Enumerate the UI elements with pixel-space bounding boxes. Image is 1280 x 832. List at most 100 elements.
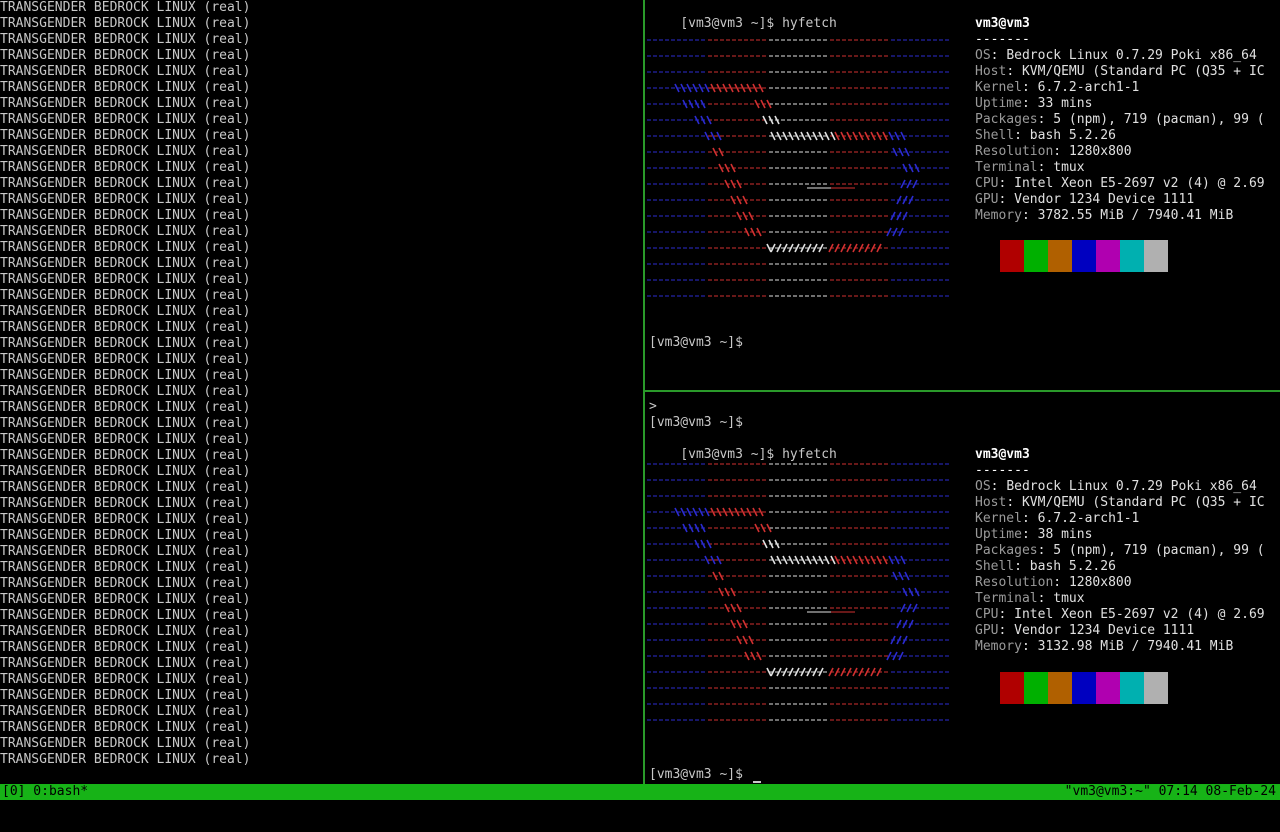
fetch-info-value: 6.7.2-arch1-1: [1037, 511, 1140, 526]
output-line: TRANSGENDER BEDROCK LINUX (real): [0, 704, 251, 719]
bottom-right-terminal-pane[interactable]: > [vm3@vm3 ~]$ [vm3@vm3 ~]$ hyfetch vm3@…: [645, 392, 1280, 784]
output-line: TRANSGENDER BEDROCK LINUX (real): [0, 688, 251, 703]
output-line: TRANSGENDER BEDROCK LINUX (real): [0, 752, 251, 767]
color-swatch: [1144, 672, 1168, 704]
text-cursor: [753, 781, 761, 783]
fetch-info-value: Vendor 1234 Device 1111: [1014, 192, 1195, 207]
output-line: TRANSGENDER BEDROCK LINUX (real): [0, 64, 251, 79]
shell-prompt-idle: [vm3@vm3 ~]$: [649, 335, 743, 350]
output-line: TRANSGENDER BEDROCK LINUX (real): [0, 128, 251, 143]
color-swatch: [1144, 240, 1168, 272]
fetch-info-colon: :: [1037, 591, 1054, 606]
output-line: TRANSGENDER BEDROCK LINUX (real): [0, 448, 251, 463]
fetch-info-row: Shell: bash 5.2.26: [975, 559, 1116, 575]
fetch-info-key: Host: [975, 64, 1007, 79]
output-line: TRANSGENDER BEDROCK LINUX (real): [0, 96, 251, 111]
fetch-info-key: GPU: [975, 192, 999, 207]
output-line: TRANSGENDER BEDROCK LINUX (real): [0, 256, 251, 271]
command-text: hyfetch: [782, 16, 837, 31]
fetch-info-colon: :: [998, 192, 1015, 207]
fetch-info-value: 38 mins: [1037, 527, 1093, 542]
fetch-info-value: 33 mins: [1037, 96, 1093, 111]
color-swatch: [1072, 240, 1096, 272]
fetch-info-row: GPU: Vendor 1234 Device 1111: [975, 192, 1194, 208]
window-list[interactable]: [0] 0:bash*: [2, 784, 88, 800]
fetch-info-colon: :: [1037, 160, 1054, 175]
output-line: TRANSGENDER BEDROCK LINUX (real): [0, 16, 251, 31]
fetch-info-key: GPU: [975, 623, 999, 638]
fetch-info-colon: :: [990, 48, 1007, 63]
fetch-info-row: Uptime: 38 mins: [975, 527, 1092, 543]
fetch-info-colon: :: [998, 623, 1015, 638]
output-line: TRANSGENDER BEDROCK LINUX (real): [0, 528, 251, 543]
output-line: TRANSGENDER BEDROCK LINUX (real): [0, 288, 251, 303]
fetch-info-row: Terminal: tmux: [975, 591, 1085, 607]
fetch-info-colon: :: [1021, 80, 1038, 95]
top-right-terminal-pane[interactable]: [vm3@vm3 ~]$ hyfetch vm3@vm3 ------- OS:…: [645, 0, 1280, 390]
fetch-info-value: Bedrock Linux 0.7.29 Poki x86_64: [1006, 479, 1257, 494]
fetch-info-row: Resolution: 1280x800: [975, 144, 1132, 160]
fetch-info-value: tmux: [1053, 160, 1085, 175]
fetch-info-key: Packages: [975, 112, 1038, 127]
fetch-info-colon: :: [1053, 575, 1069, 590]
output-line: TRANSGENDER BEDROCK LINUX (real): [0, 624, 251, 639]
output-line: TRANSGENDER BEDROCK LINUX (real): [0, 32, 251, 47]
output-line: TRANSGENDER BEDROCK LINUX (real): [0, 176, 251, 191]
fetch-info-key: Packages: [975, 543, 1038, 558]
fetch-info-key: Resolution: [975, 144, 1054, 159]
fetch-info-row: CPU: Intel Xeon E5-2697 v2 (4) @ 2.69: [975, 607, 1265, 623]
output-line: TRANSGENDER BEDROCK LINUX (real): [0, 496, 251, 511]
fetch-info-row: Shell: bash 5.2.26: [975, 128, 1116, 144]
output-line: TRANSGENDER BEDROCK LINUX (real): [0, 592, 251, 607]
color-swatch: [1120, 672, 1144, 704]
fetch-info-value: 1280x800: [1068, 575, 1132, 590]
output-line: TRANSGENDER BEDROCK LINUX (real): [0, 80, 251, 95]
fetch-info-row: Uptime: 33 mins: [975, 96, 1092, 112]
fetch-info-value: 5 (npm), 719 (pacman), 99 (: [1053, 112, 1265, 127]
fetch-info-colon: :: [1021, 511, 1038, 526]
shell-prompt-previous: [vm3@vm3 ~]$: [649, 415, 743, 430]
fetch-info-value: tmux: [1053, 591, 1085, 606]
fetch-info-value: 3782.55 MiB / 7940.41 MiB: [1037, 208, 1234, 223]
color-swatch: [1096, 672, 1120, 704]
output-line: TRANSGENDER BEDROCK LINUX (real): [0, 112, 251, 127]
output-line: TRANSGENDER BEDROCK LINUX (real): [0, 352, 251, 367]
output-line: TRANSGENDER BEDROCK LINUX (real): [0, 48, 251, 63]
continuation-prompt: >: [649, 399, 657, 414]
fetch-info-colon: :: [1021, 527, 1038, 542]
fetch-info-key: Host: [975, 495, 1007, 510]
bedrock-logo-ascii: [647, 39, 949, 297]
fetch-info-row: Memory: 3132.98 MiB / 7940.41 MiB: [975, 639, 1233, 655]
fetch-info-colon: :: [998, 176, 1015, 191]
shell-prompt: [vm3@vm3 ~]$: [680, 16, 783, 31]
fetch-info-row: Kernel: 6.7.2-arch1-1: [975, 80, 1139, 96]
output-line: TRANSGENDER BEDROCK LINUX (real): [0, 208, 251, 223]
fetch-info-colon: :: [990, 479, 1007, 494]
fetch-info-row: Host: KVM/QEMU (Standard PC (Q35 + IC: [975, 495, 1265, 511]
fetch-info-key: CPU: [975, 176, 999, 191]
command-line: [vm3@vm3 ~]$ hyfetch: [649, 431, 837, 462]
fetch-info-colon: :: [998, 607, 1015, 622]
status-host-time-date: "vm3@vm3:~" 07:14 08-Feb-24: [1064, 784, 1276, 799]
color-palette: [1000, 672, 1168, 704]
output-line: TRANSGENDER BEDROCK LINUX (real): [0, 224, 251, 239]
fetch-info-value: bash 5.2.26: [1029, 559, 1116, 574]
shell-prompt-active[interactable]: [vm3@vm3 ~]$: [649, 767, 751, 783]
left-terminal-pane[interactable]: TRANSGENDER BEDROCK LINUX (real) TRANSGEN…: [0, 0, 640, 784]
fetch-info-value: 1280x800: [1068, 144, 1132, 159]
fetch-info-value: Bedrock Linux 0.7.29 Poki x86_64: [1006, 48, 1257, 63]
fetch-info-value: KVM/QEMU (Standard PC (Q35 + IC: [1021, 64, 1265, 79]
output-line: TRANSGENDER BEDROCK LINUX (real): [0, 272, 251, 287]
color-swatch: [1048, 672, 1072, 704]
output-line: TRANSGENDER BEDROCK LINUX (real): [0, 400, 251, 415]
color-swatch: [1000, 672, 1024, 704]
color-swatch: [1000, 240, 1024, 272]
fetch-info-value: Vendor 1234 Device 1111: [1014, 623, 1195, 638]
fetch-info-value: 5 (npm), 719 (pacman), 99 (: [1053, 543, 1265, 558]
fetch-info-colon: :: [1021, 96, 1038, 111]
fetch-separator: -------: [975, 32, 1030, 47]
output-line: TRANSGENDER BEDROCK LINUX (real): [0, 720, 251, 735]
color-swatch: [1024, 240, 1048, 272]
fetch-info-key: CPU: [975, 607, 999, 622]
fetch-user-host: vm3@vm3: [975, 16, 1030, 31]
